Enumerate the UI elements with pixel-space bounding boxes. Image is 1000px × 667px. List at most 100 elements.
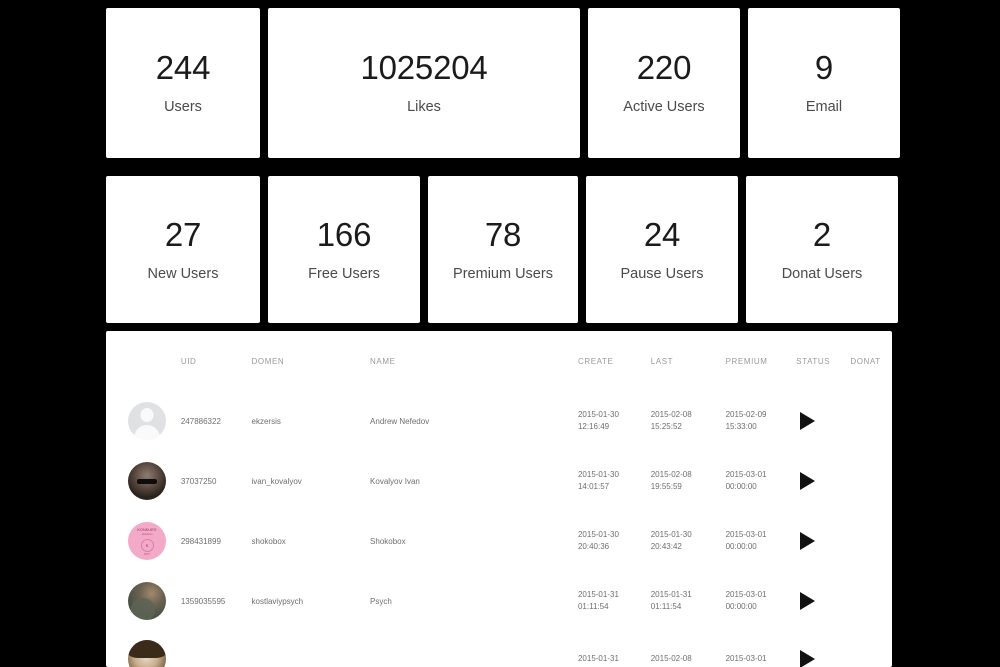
table-header-row: UID DOMEN NAME CREATE LAST PREMIUM STATU… bbox=[106, 331, 892, 391]
cell-donat bbox=[850, 631, 892, 667]
stat-value: 27 bbox=[164, 215, 202, 253]
stat-card-premium-users[interactable]: 78 Premium Users bbox=[428, 176, 578, 323]
cell-name: Kovalyov Ivan bbox=[370, 476, 420, 486]
table-row[interactable]: KONKURS shokobox S BOX 298431899 shokobox Shok… bbox=[106, 511, 892, 571]
cell-premium: 2015-03-01 00:00:00 bbox=[725, 530, 767, 551]
cell-domen: ivan_kovalyov bbox=[251, 476, 302, 486]
users-table-head: UID DOMEN NAME CREATE LAST PREMIUM STATU… bbox=[106, 331, 892, 391]
cell-uid bbox=[181, 631, 252, 667]
cell-avatar bbox=[106, 571, 181, 631]
stats-row-primary: 244 Users 1025204 Likes 220 Active Users 9 Emai… bbox=[106, 8, 900, 158]
avatar-text-bottom: BOX bbox=[144, 553, 150, 556]
default-user-avatar[interactable] bbox=[128, 402, 166, 440]
cell-avatar bbox=[106, 391, 181, 451]
cell-last: 2015-02-08 19:55:59 bbox=[650, 470, 692, 491]
avatar-hair-shape bbox=[128, 640, 166, 658]
stat-value: 166 bbox=[316, 215, 372, 253]
column-header-create[interactable]: CREATE bbox=[578, 331, 651, 391]
cell-domen: shokobox bbox=[251, 536, 286, 546]
cell-last: 2015-01-30 20:43:42 bbox=[650, 530, 692, 551]
stat-card-users[interactable]: 244 Users bbox=[106, 8, 260, 158]
stat-label: Email bbox=[805, 99, 843, 116]
avatar-ring-shape: S bbox=[140, 539, 154, 552]
stat-value: 9 bbox=[814, 49, 834, 87]
cell-status[interactable] bbox=[796, 631, 850, 667]
photo-avatar-pink[interactable]: KONKURS shokobox S BOX bbox=[128, 522, 166, 560]
column-header-premium[interactable]: PREMIUM bbox=[726, 331, 797, 391]
sunglasses-shape bbox=[137, 479, 157, 484]
play-icon[interactable] bbox=[800, 472, 816, 490]
cell-create: 2015-01-30 20:40:36 bbox=[577, 530, 619, 551]
photo-avatar-olive[interactable] bbox=[128, 582, 166, 620]
stat-card-donat-users[interactable]: 2 Donat Users bbox=[746, 176, 898, 323]
cell-domen: kostlaviypsych bbox=[251, 596, 304, 606]
column-header-name[interactable]: NAME bbox=[370, 331, 578, 391]
cell-status[interactable] bbox=[796, 451, 850, 511]
cell-last: 2015-02-08 15:25:52 bbox=[650, 410, 692, 431]
cell-create: 2015-01-31 01:11:54 bbox=[577, 590, 619, 611]
avatar-text-top: KONKURS bbox=[137, 528, 157, 532]
cell-premium: 2015-03-01 00:00:00 bbox=[725, 470, 767, 491]
stat-card-likes[interactable]: 1025204 Likes bbox=[268, 8, 580, 158]
cell-status[interactable] bbox=[796, 511, 850, 571]
stat-value: 244 bbox=[155, 49, 211, 87]
stat-card-active-users[interactable]: 220 Active Users bbox=[588, 8, 740, 158]
column-header-uid[interactable]: UID bbox=[181, 331, 252, 391]
stat-value: 2 bbox=[812, 215, 832, 253]
cell-create: 2015-01-31 bbox=[577, 654, 619, 664]
cell-uid: 247886322 bbox=[180, 416, 221, 426]
stat-value: 220 bbox=[636, 49, 692, 87]
cell-name bbox=[370, 631, 578, 667]
stat-card-new-users[interactable]: 27 New Users bbox=[106, 176, 260, 323]
cell-status[interactable] bbox=[796, 571, 850, 631]
avatar-head-shape bbox=[140, 408, 154, 422]
avatar-foreground-shape bbox=[131, 598, 155, 620]
table-row[interactable]: 247886322 ekzersis Andrew Nefedov 2015-01-3… bbox=[106, 391, 892, 451]
cell-last: 2015-02-08 bbox=[650, 654, 692, 664]
cell-premium: 2015-03-01 00:00:00 bbox=[725, 590, 767, 611]
stat-card-email[interactable]: 9 Email bbox=[748, 8, 900, 158]
stat-label: Premium Users bbox=[453, 265, 553, 282]
cell-donat bbox=[850, 451, 892, 511]
play-icon[interactable] bbox=[800, 532, 816, 550]
photo-avatar-portrait[interactable] bbox=[128, 640, 166, 667]
stat-card-free-users[interactable]: 166 Free Users bbox=[268, 176, 420, 323]
column-header-donat[interactable]: DONAT bbox=[850, 331, 892, 391]
table-row[interactable]: 1359035595 kostlaviypsych Psych 2015-01-31 … bbox=[106, 571, 892, 631]
play-icon[interactable] bbox=[800, 650, 816, 667]
cell-uid: 298431899 bbox=[180, 536, 221, 546]
cell-create: 2015-01-30 14:01:57 bbox=[577, 470, 619, 491]
users-table-body: 247886322 ekzersis Andrew Nefedov 2015-01-3… bbox=[106, 391, 892, 667]
stat-label: Users bbox=[164, 99, 202, 116]
cell-create: 2015-01-30 12:16:49 bbox=[577, 410, 619, 431]
cell-domen: ekzersis bbox=[251, 416, 281, 426]
cell-domen bbox=[252, 631, 371, 667]
cell-donat bbox=[850, 391, 892, 451]
stat-label: Donat Users bbox=[781, 265, 863, 282]
cell-avatar bbox=[106, 451, 181, 511]
stat-label: Pause Users bbox=[620, 265, 704, 282]
cell-uid: 37037250 bbox=[180, 476, 217, 486]
table-row[interactable]: 2015-01-31 2015-02-08 2015-03-01 bbox=[106, 631, 892, 667]
cell-name: Andrew Nefedov bbox=[370, 416, 430, 426]
cell-premium: 2015-03-01 bbox=[725, 654, 767, 664]
avatar-text-sub: shokobox bbox=[141, 533, 153, 536]
cell-donat bbox=[850, 571, 892, 631]
column-header-domen[interactable]: DOMEN bbox=[252, 331, 371, 391]
column-header-avatar bbox=[106, 331, 181, 391]
cell-last: 2015-01-31 01:11:54 bbox=[650, 590, 692, 611]
stat-value: 1025204 bbox=[360, 49, 488, 87]
play-icon[interactable] bbox=[800, 412, 816, 430]
play-icon[interactable] bbox=[800, 592, 816, 610]
cell-name: Shokobox bbox=[370, 536, 406, 546]
table-row[interactable]: 37037250 ivan_kovalyov Kovalyov Ivan 2015-0… bbox=[106, 451, 892, 511]
column-header-last[interactable]: LAST bbox=[651, 331, 726, 391]
cell-donat bbox=[850, 511, 892, 571]
column-header-status[interactable]: STATUS bbox=[796, 331, 850, 391]
stat-label: New Users bbox=[147, 265, 219, 282]
cell-premium: 2015-02-09 15:33:00 bbox=[725, 410, 767, 431]
stat-label: Active Users bbox=[623, 99, 705, 116]
photo-avatar-sunglasses[interactable] bbox=[128, 462, 166, 500]
cell-status[interactable] bbox=[796, 391, 850, 451]
stat-card-pause-users[interactable]: 24 Pause Users bbox=[586, 176, 738, 323]
